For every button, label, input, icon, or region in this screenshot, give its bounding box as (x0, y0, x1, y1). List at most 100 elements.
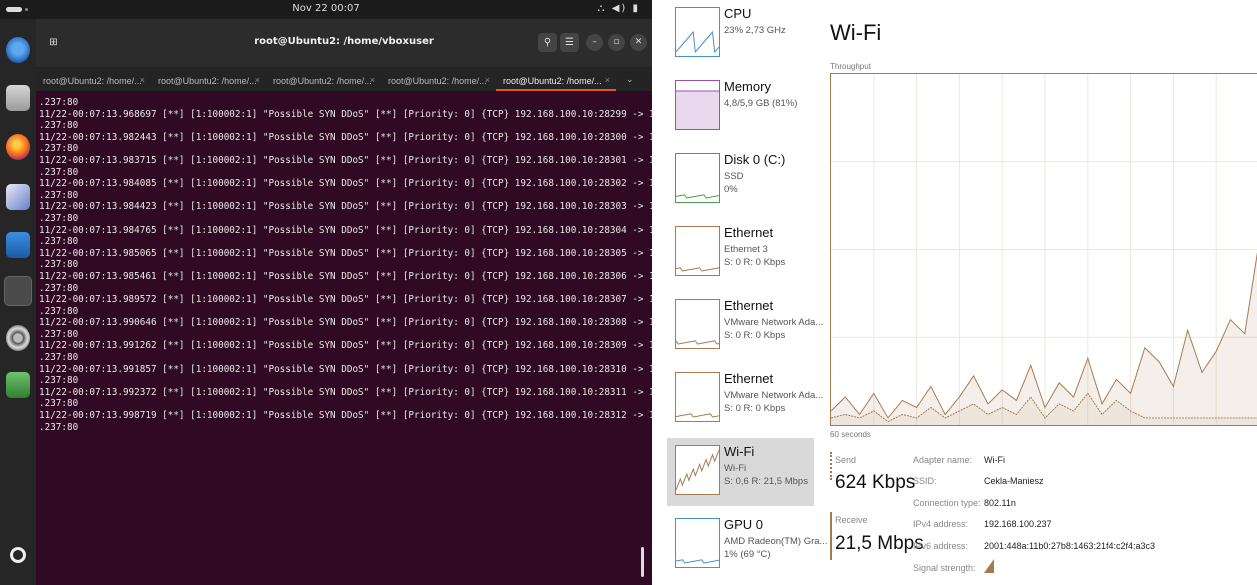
receive-label: Receive (835, 515, 868, 525)
chevron-down-icon[interactable]: ⌄ (616, 67, 634, 91)
dock (0, 19, 36, 585)
item-name: Disk 0 (C:) (724, 152, 786, 167)
log-line: 11/22-00:07:13.989572 [**] [1:100002:1] … (39, 294, 652, 306)
item-detail: SSD (724, 171, 744, 182)
log-line: 11/22-00:07:13.998719 [**] [1:100002:1] … (39, 410, 652, 422)
sparkline-thumbnail (675, 80, 720, 130)
sidebar-item-ethernet[interactable]: Ethernet VMware Network Ada... S: 0 R: 0 K… (667, 292, 823, 360)
log-line: 11/22-00:07:13.991857 [**] [1:100002:1] … (39, 363, 652, 375)
send-value: 624 Kbps (835, 472, 916, 493)
sidebar-item-disk-0-c-[interactable]: Disk 0 (C:) SSD 0% (667, 146, 814, 214)
settings-icon[interactable] (6, 325, 30, 351)
scrollbar[interactable] (641, 547, 644, 577)
log-line: 11/22-00:07:13.985065 [**] [1:100002:1] … (39, 247, 652, 259)
log-line-continuation: .237:80 (39, 352, 79, 364)
receive-value: 21,5 Mbps (835, 533, 924, 554)
close-icon[interactable]: × (255, 75, 260, 85)
log-line: 11/22-00:07:13.968697 [**] [1:100002:1] … (39, 108, 652, 120)
show-apps-icon[interactable] (10, 547, 26, 563)
log-line-continuation: .237:80 (39, 189, 79, 201)
tab-5[interactable]: root@Ubuntu2: /home/... × (496, 67, 616, 91)
sidebar-item-gpu-0[interactable]: GPU 0 AMD Radeon(TM) Gra... 1% (69 °C) (667, 511, 827, 579)
tab-2[interactable]: root@Ubuntu2: /home/... × (151, 67, 266, 91)
close-button[interactable]: ✕ (630, 34, 647, 51)
tab-label: root@Ubuntu2: /home/... (388, 76, 487, 86)
log-line-continuation: .237:80 (39, 212, 79, 224)
files-icon[interactable] (6, 85, 30, 111)
minimize-button[interactable]: – (586, 34, 603, 51)
tab-3[interactable]: root@Ubuntu2: /home/... × (266, 67, 381, 91)
terminal-icon[interactable] (4, 276, 32, 306)
sidebar-item-ethernet[interactable]: Ethernet VMware Network Ada... S: 0 R: 0 K… (667, 365, 823, 433)
sparkline-thumbnail (675, 372, 720, 422)
tab-label: root@Ubuntu2: /home/... (43, 76, 142, 86)
clock[interactable]: Nov 22 00:07 (0, 3, 652, 14)
item-detail: 23% 2,73 GHz (724, 25, 786, 36)
ssid-label: SSID: (913, 476, 937, 486)
tab-1[interactable]: root@Ubuntu2: /home/... × (36, 67, 151, 91)
ipv6-label: IPv6 address: (913, 541, 969, 551)
log-line: 11/22-00:07:13.991262 [**] [1:100002:1] … (39, 340, 652, 352)
thunderbird-icon[interactable] (6, 37, 30, 63)
wifi-panel: Wi-Fi Throughput 60 seconds Send 624 Kbp… (814, 0, 1257, 585)
close-icon[interactable]: × (140, 75, 145, 85)
sidebar-item-memory[interactable]: Memory 4,8/5,9 GB (81%) (667, 73, 814, 141)
adapter-name-value: Wi-Fi (984, 455, 1005, 465)
log-line: 11/22-00:07:13.992372 [**] [1:100002:1] … (39, 386, 652, 398)
log-line-continuation: .237:80 (39, 421, 79, 433)
firefox-icon[interactable] (6, 134, 30, 160)
log-line: 11/22-00:07:13.983715 [**] [1:100002:1] … (39, 154, 652, 166)
log-line: 11/22-00:07:13.984085 [**] [1:100002:1] … (39, 178, 652, 190)
top-bar: Nov 22 00:07 ⛬ ◀) ▮ (0, 0, 652, 19)
item-stat: S: 0,6 R: 21,5 Mbps (724, 476, 808, 487)
system-tray[interactable]: ⛬ ◀) ▮ (598, 3, 640, 14)
tab-4[interactable]: root@Ubuntu2: /home/... × (381, 67, 496, 91)
close-icon[interactable]: × (485, 75, 490, 85)
writer-icon[interactable] (6, 232, 30, 258)
log-line-continuation: .237:80 (39, 259, 79, 271)
tab-label: root@Ubuntu2: /home/... (158, 76, 257, 86)
sparkline-thumbnail (675, 299, 720, 349)
ipv4-value: 192.168.100.237 (984, 519, 1052, 529)
item-detail: VMware Network Ada... (724, 317, 824, 328)
log-line-continuation: .237:80 (39, 282, 79, 294)
sparkline-thumbnail (675, 153, 720, 203)
maximize-button[interactable]: ▫ (608, 34, 625, 51)
signal-strength-label: Signal strength: (913, 563, 976, 573)
sidebar-item-ethernet[interactable]: Ethernet Ethernet 3 S: 0 R: 0 Kbps (667, 219, 814, 287)
sidebar-item-wi-fi[interactable]: Wi-Fi Wi-Fi S: 0,6 R: 21,5 Mbps (667, 438, 814, 506)
send-bar (830, 452, 832, 480)
item-stat: 1% (69 °C) (724, 549, 771, 560)
trash-icon[interactable] (6, 372, 30, 398)
sparkline-thumbnail (675, 518, 720, 568)
item-stat: S: 0 R: 0 Kbps (724, 403, 786, 414)
signal-strength-icon (984, 559, 994, 573)
menu-button[interactable]: ☰ (560, 33, 579, 52)
item-name: Memory (724, 79, 771, 94)
page-title: Wi-Fi (830, 20, 882, 45)
sparkline-thumbnail (675, 445, 720, 495)
ipv4-label: IPv4 address: (913, 519, 969, 529)
item-detail: 4,8/5,9 GB (81%) (724, 98, 798, 109)
item-name: Ethernet (724, 298, 774, 313)
send-label: Send (835, 455, 857, 465)
item-detail: VMware Network Ada... (724, 390, 824, 401)
connection-type-value: 802.11n (984, 498, 1016, 508)
log-line: 11/22-00:07:13.985461 [**] [1:100002:1] … (39, 270, 652, 282)
sidebar-item-cpu[interactable]: CPU 23% 2,73 GHz (667, 0, 814, 68)
item-detail: AMD Radeon(TM) Gra... (724, 536, 828, 547)
close-icon[interactable]: × (370, 75, 375, 85)
adapter-name-label: Adapter name: (913, 455, 973, 465)
item-name: CPU (724, 6, 752, 21)
ipv6-value: 2001:448a:11b0:27b8:1463:21f4:c2f4:a3c3 (984, 541, 1155, 551)
log-line-continuation: .237:80 (39, 398, 79, 410)
throughput-label: Throughput (830, 62, 871, 71)
time-window-label: 60 seconds (830, 430, 871, 439)
item-name: GPU 0 (724, 517, 764, 532)
item-detail: Ethernet 3 (724, 244, 768, 255)
tab-label: root@Ubuntu2: /home/... (503, 76, 602, 86)
close-icon[interactable]: × (605, 75, 610, 85)
text-editor-icon[interactable] (6, 184, 30, 210)
throughput-chart (830, 73, 1257, 426)
search-button[interactable]: ⚲ (538, 33, 557, 52)
